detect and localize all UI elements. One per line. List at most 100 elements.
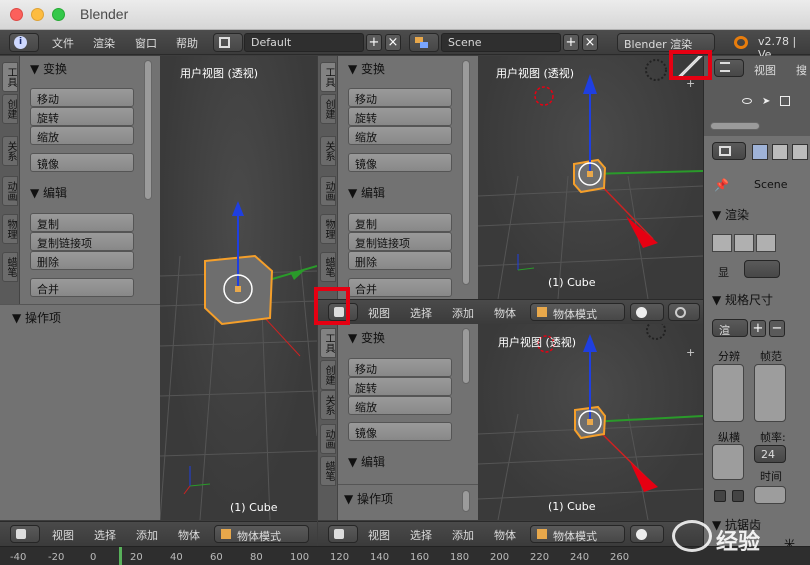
edit-panel-header[interactable]: ▼ 编辑: [30, 184, 67, 201]
mode-selector-middle[interactable]: 物体模式: [530, 303, 625, 321]
zoom-window-button[interactable]: [52, 8, 65, 21]
border-checkbox[interactable]: [714, 490, 726, 502]
top-edit-header[interactable]: ▼ 编辑: [348, 184, 385, 201]
tab-animation[interactable]: 动画: [2, 176, 18, 206]
outliner-menu-search[interactable]: 搜: [796, 62, 807, 78]
tab-physics[interactable]: 物理: [2, 214, 18, 244]
minimize-window-button[interactable]: [31, 8, 44, 21]
header-menu-object-left[interactable]: 物体: [178, 527, 200, 543]
move-button[interactable]: 移动: [30, 88, 134, 107]
header-menu-add-middle[interactable]: 添加: [452, 305, 474, 321]
screen-layout-selector[interactable]: [213, 33, 243, 52]
bottom-tab-create[interactable]: 创建: [320, 360, 336, 390]
add-scene-button[interactable]: +: [563, 34, 579, 51]
mode-selector-bottom[interactable]: 物体模式: [530, 525, 625, 543]
top-delete-button[interactable]: 删除: [348, 251, 452, 270]
header-menu-view-left[interactable]: 视图: [52, 527, 74, 543]
add-preset-button[interactable]: +: [750, 320, 766, 337]
render-layers-tab-icon[interactable]: [772, 144, 788, 160]
tab-tools[interactable]: 工具: [2, 62, 18, 92]
rotate-button[interactable]: 旋转: [30, 107, 134, 126]
bottom-tool-shelf-scrollbar[interactable]: [462, 328, 470, 384]
operator-panel-header[interactable]: ▼ 操作项: [12, 309, 61, 326]
scene-field[interactable]: Scene: [441, 33, 561, 52]
top-tab-animation[interactable]: 动画: [320, 176, 336, 206]
header-menu-view-middle[interactable]: 视图: [368, 305, 390, 321]
top-lamp-object[interactable]: [645, 59, 667, 81]
z-arrow-head[interactable]: [232, 201, 244, 216]
join-button[interactable]: 合并: [30, 278, 134, 297]
top-z-arrow-head[interactable]: [583, 74, 597, 94]
crop-checkbox[interactable]: [732, 490, 744, 502]
outliner-eye-icon[interactable]: [742, 98, 752, 104]
top-3d-cursor[interactable]: [534, 86, 554, 106]
bottom-expand-plus[interactable]: +: [686, 347, 696, 358]
outliner-menu-view[interactable]: 视图: [754, 62, 776, 78]
top-tab-tools[interactable]: 工具: [320, 62, 336, 92]
bottom-x-arrow-head[interactable]: [630, 462, 658, 492]
tab-relations[interactable]: 关系: [2, 136, 18, 166]
menu-help[interactable]: 帮助: [176, 35, 198, 51]
display-selector[interactable]: [744, 260, 780, 278]
scene-tab-icon[interactable]: [792, 144, 808, 160]
bottom-tab-relations[interactable]: 关系: [320, 390, 336, 420]
left-3d-viewport[interactable]: 用户视图 (透视) (1) Cube: [160, 56, 317, 520]
header-menu-select-middle[interactable]: 选择: [410, 305, 432, 321]
menu-render[interactable]: 渲染: [93, 35, 115, 51]
render-preset-selector[interactable]: 渲: [712, 319, 748, 337]
pin-icon[interactable]: 📌: [714, 178, 729, 192]
top-expand-plus[interactable]: +: [686, 78, 696, 89]
menu-file[interactable]: 文件: [52, 35, 74, 51]
bottom-lamp-object[interactable]: [646, 324, 666, 340]
top-scale-button[interactable]: 缩放: [348, 126, 452, 145]
top-transform-header[interactable]: ▼ 变换: [348, 60, 385, 77]
remove-preset-button[interactable]: −: [769, 320, 785, 337]
header-menu-add-bottom[interactable]: 添加: [452, 527, 474, 543]
render-tab-icon[interactable]: [752, 144, 768, 160]
bottom-shading-selector[interactable]: [630, 525, 664, 543]
render-audio-button[interactable]: [756, 234, 776, 252]
delete-button[interactable]: 删除: [30, 251, 134, 270]
top-tab-grease-pencil[interactable]: 蜡笔: [320, 252, 336, 282]
render-image-button[interactable]: [712, 234, 732, 252]
top-duplicate-linked-button[interactable]: 复制链接项: [348, 232, 452, 251]
duplicate-button[interactable]: 复制: [30, 213, 134, 232]
tab-grease-pencil[interactable]: 蜡笔: [2, 252, 18, 282]
frame-rate-selector[interactable]: 24: [754, 445, 786, 463]
header-menu-view-bottom[interactable]: 视图: [368, 527, 390, 543]
tool-shelf-scrollbar[interactable]: [144, 60, 152, 200]
editor-type-selector-bottom[interactable]: [328, 525, 358, 543]
header-menu-select-left[interactable]: 选择: [94, 527, 116, 543]
bottom-rotate-button[interactable]: 旋转: [348, 377, 452, 396]
bottom-edit-header[interactable]: ▼ 编辑: [348, 453, 385, 470]
editor-type-selector-left[interactable]: [10, 525, 40, 543]
scene-selector[interactable]: [409, 33, 439, 52]
bottom-tab-animation[interactable]: 动画: [320, 424, 336, 454]
outliner-editor-selector[interactable]: [714, 59, 744, 77]
header-menu-select-bottom[interactable]: 选择: [410, 527, 432, 543]
menu-window[interactable]: 窗口: [135, 35, 157, 51]
bottom-move-button[interactable]: 移动: [348, 358, 452, 377]
outliner-horizontal-scrollbar[interactable]: [710, 122, 760, 130]
current-frame-marker[interactable]: [119, 547, 122, 565]
transform-panel-header[interactable]: ▼ 变换: [30, 60, 67, 77]
bottom-tab-grease-pencil[interactable]: 蜡笔: [320, 456, 336, 486]
close-window-button[interactable]: [10, 8, 23, 21]
bottom-operator-scrollbar[interactable]: [462, 490, 470, 512]
add-layout-button[interactable]: +: [366, 34, 382, 51]
bottom-3d-viewport[interactable]: 用户视图 (透视) (1) Cube +: [478, 324, 703, 520]
editor-type-info-selector[interactable]: i: [9, 33, 39, 52]
bottom-operator-header[interactable]: ▼ 操作项: [344, 490, 393, 507]
top-tab-relations[interactable]: 关系: [320, 136, 336, 166]
screen-layout-field[interactable]: Default: [244, 33, 364, 52]
bottom-tab-tools[interactable]: 工具: [320, 328, 336, 358]
header-menu-object-bottom[interactable]: 物体: [494, 527, 516, 543]
top-duplicate-button[interactable]: 复制: [348, 213, 452, 232]
top-3d-viewport[interactable]: 用户视图 (透视) (1) Cube +: [478, 56, 703, 299]
header-menu-add-left[interactable]: 添加: [136, 527, 158, 543]
remove-layout-button[interactable]: ×: [385, 34, 401, 51]
bottom-scale-button[interactable]: 缩放: [348, 396, 452, 415]
remove-scene-button[interactable]: ×: [582, 34, 598, 51]
resolution-fields[interactable]: [712, 364, 744, 422]
top-join-button[interactable]: 合并: [348, 278, 452, 297]
